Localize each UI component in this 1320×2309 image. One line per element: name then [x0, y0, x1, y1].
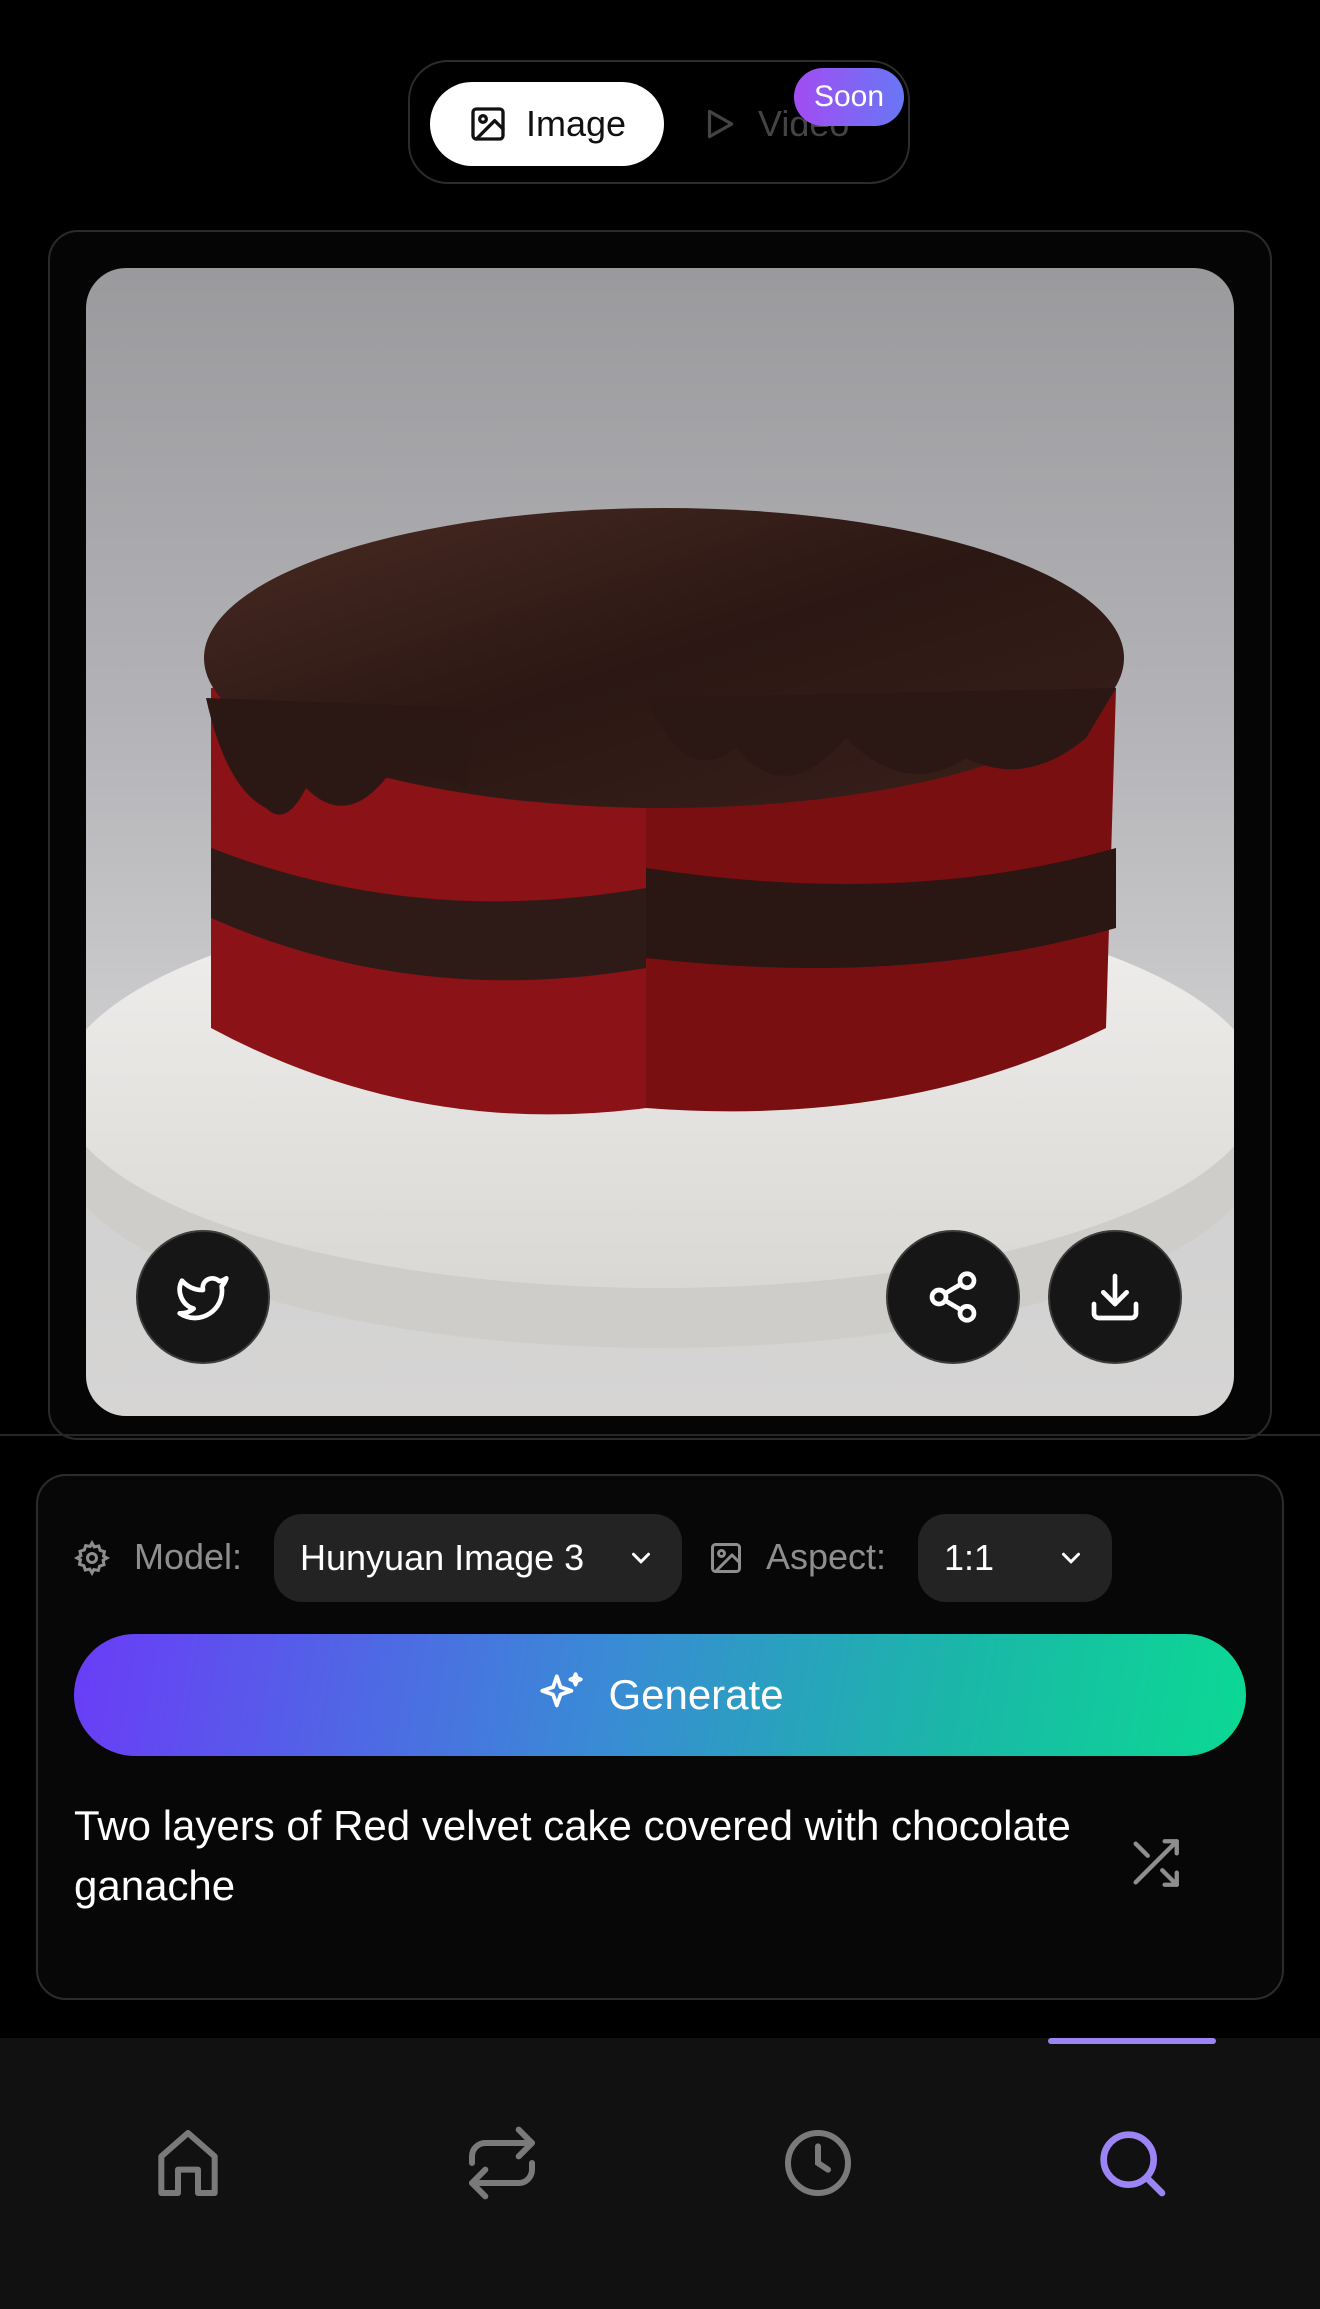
model-select[interactable]: Hunyuan Image 3 [274, 1514, 682, 1602]
sparkles-icon [540, 1672, 584, 1708]
download-icon [1091, 1273, 1139, 1321]
prompt-text[interactable]: Two layers of Red velvet cake covered wi… [74, 1796, 1144, 1916]
mode-toggle: Image Video Soon [408, 60, 910, 184]
bottom-nav [0, 2038, 1320, 2309]
tab-image[interactable]: Image [430, 82, 664, 166]
soon-badge: Soon [794, 68, 904, 126]
aspect-icon [711, 1543, 741, 1573]
divider [0, 1434, 1320, 1436]
twitter-icon [177, 1276, 229, 1321]
generate-button[interactable]: Generate [74, 1634, 1246, 1756]
image-icon [471, 107, 505, 141]
aspect-value: 1:1 [944, 1537, 995, 1578]
generate-label: Generate [608, 1671, 784, 1718]
shuffle-icon[interactable] [1126, 1834, 1184, 1892]
download-button[interactable] [1048, 1230, 1182, 1364]
chevron-down-icon [1062, 1552, 1080, 1564]
model-label: Model: [134, 1536, 243, 1577]
chevron-down-icon [632, 1552, 650, 1564]
home-icon[interactable] [148, 2123, 228, 2203]
gear-icon [74, 1540, 110, 1576]
aspect-select[interactable]: 1:1 [918, 1514, 1112, 1602]
aspect-label: Aspect: [766, 1536, 887, 1577]
nav-active-indicator [1048, 2038, 1216, 2044]
tab-image-label: Image [525, 103, 627, 144]
share-button[interactable] [886, 1230, 1020, 1364]
model-value: Hunyuan Image 3 [300, 1537, 585, 1578]
swap-icon[interactable] [462, 2123, 542, 2203]
twitter-button[interactable] [136, 1230, 270, 1364]
search-icon[interactable] [1092, 2123, 1172, 2203]
history-icon[interactable] [778, 2123, 858, 2203]
share-icon [929, 1271, 977, 1323]
generated-image [86, 268, 1234, 1416]
play-icon [707, 109, 734, 139]
